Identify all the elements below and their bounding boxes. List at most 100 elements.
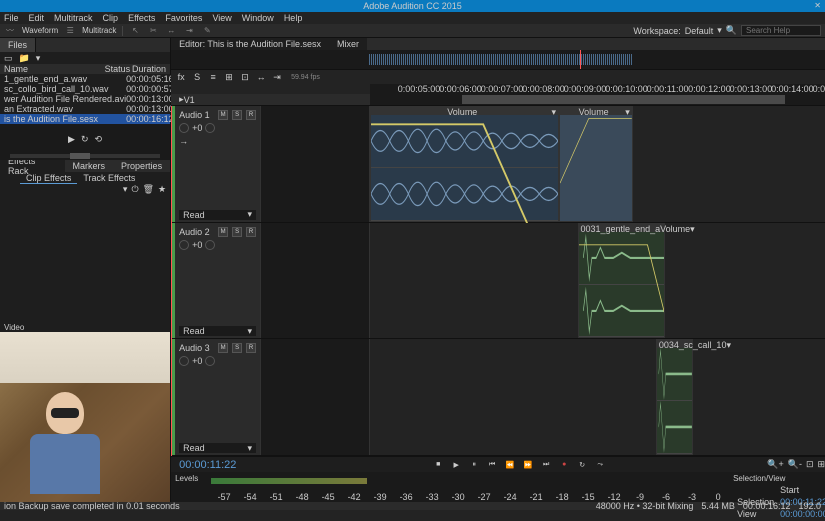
tool-move-icon[interactable]: ↖	[129, 25, 141, 37]
hud-snap-icon[interactable]: ⊞	[223, 72, 235, 83]
menu-help[interactable]: Help	[284, 13, 303, 23]
mute-button[interactable]: M	[218, 110, 228, 120]
editor-tab[interactable]: Editor: This is the Audition File.sesx	[171, 38, 329, 50]
file-row[interactable]: sc_collo_bird_call_10.wav00:00:00:57	[0, 84, 170, 94]
volume-knob[interactable]	[179, 123, 189, 133]
zoom-slider[interactable]	[70, 153, 90, 159]
effects-power-icon[interactable]: ⏻	[131, 184, 138, 194]
tool-time-icon[interactable]: ⇥	[183, 25, 195, 37]
volume-knob[interactable]	[179, 240, 189, 250]
track-header-1[interactable]: Audio 1 M S R +0 → Read▾	[175, 106, 260, 222]
track-effects-tab[interactable]: Track Effects	[77, 172, 141, 184]
tool-slip-icon[interactable]: ↔	[165, 25, 177, 37]
solo-button[interactable]: S	[232, 227, 242, 237]
timeline-ruler[interactable]: 0:00:05:00 0:00:06:00 0:00:07:00 0:00:08…	[370, 84, 825, 94]
filter-icon[interactable]: ▾	[36, 53, 41, 64]
hud-fx-icon[interactable]: fx	[175, 72, 187, 82]
hud-group-icon[interactable]: ⊡	[239, 72, 251, 83]
record-button[interactable]: R	[246, 343, 256, 353]
zoom-in-icon[interactable]: 🔍+	[767, 459, 783, 470]
record-button[interactable]: ●	[558, 459, 570, 471]
menu-favorites[interactable]: Favorites	[165, 13, 202, 23]
effects-star-icon[interactable]: ★	[158, 184, 166, 194]
record-button[interactable]: R	[246, 227, 256, 237]
zoom-fit-icon[interactable]: ⊡	[806, 459, 814, 470]
search-help-input[interactable]	[741, 25, 821, 36]
skip-button[interactable]: ⤳	[594, 459, 606, 471]
track-lane-3[interactable]: 0034_sc_call_10▾	[370, 339, 825, 455]
file-row[interactable]: an Extracted.wav00:00:13:00	[0, 104, 170, 114]
hud-send-icon[interactable]: S	[191, 72, 203, 82]
solo-button[interactable]: S	[232, 343, 242, 353]
hud-eq-icon[interactable]: ≡	[207, 72, 219, 82]
track-name-3[interactable]: Audio 3	[179, 343, 214, 353]
pan-knob[interactable]	[205, 240, 215, 250]
track-name-1[interactable]: Audio 1	[179, 110, 214, 120]
file-row[interactable]: wer Audition File Rendered.avi00:00:13:0…	[0, 94, 170, 104]
effects-trash-icon[interactable]: 🗑	[143, 184, 154, 194]
markers-tab[interactable]: Markers	[65, 160, 114, 172]
tool-brush-icon[interactable]: ✎	[201, 25, 213, 37]
audio-clip[interactable]: 0034_sc_call_10▾	[656, 339, 693, 455]
clip-effects-tab[interactable]: Clip Effects	[20, 172, 77, 184]
tool-razor-icon[interactable]: ✂	[147, 25, 159, 37]
hud-ripple-icon[interactable]: ↔	[255, 72, 267, 82]
menu-effects[interactable]: Effects	[128, 13, 155, 23]
workspace-value[interactable]: Default	[685, 26, 714, 36]
forward-button[interactable]: ⏩	[522, 459, 534, 471]
levels-meter[interactable]: -57-54-51-48-45-42-39-36-33-30-27-24-21-…	[211, 472, 731, 502]
video-track-lane[interactable]	[370, 94, 825, 105]
loop-button[interactable]: ↻	[576, 459, 588, 471]
automation-mode[interactable]: Read▾	[179, 326, 256, 336]
mute-button[interactable]: M	[218, 227, 228, 237]
multitrack-mode-icon[interactable]: ☰	[64, 25, 76, 37]
menu-multitrack[interactable]: Multitrack	[54, 13, 93, 23]
track-lane-1[interactable]: Volume▾ Volume▾	[370, 106, 825, 222]
prev-marker-button[interactable]: ⏮	[486, 459, 498, 471]
files-col-name[interactable]: Name	[0, 64, 100, 74]
volume-knob[interactable]	[179, 356, 189, 366]
playhead[interactable]	[171, 106, 172, 456]
mute-button[interactable]: M	[218, 343, 228, 353]
automation-mode[interactable]: Read▾	[179, 443, 256, 453]
input-icon[interactable]: →	[179, 136, 188, 146]
effects-rack-tab[interactable]: Effects Rack	[0, 160, 65, 172]
open-file-icon[interactable]: 📁	[19, 53, 30, 64]
loop-icon[interactable]: ↻	[81, 134, 89, 145]
video-preview[interactable]	[0, 332, 170, 502]
play-icon[interactable]: ▶	[68, 134, 75, 145]
new-file-icon[interactable]: ▭	[4, 53, 13, 64]
file-row-selected[interactable]: is the Audition File.sesx00:00:16:12	[0, 114, 170, 124]
audio-clip[interactable]: 0031_gentle_end_aVolume▾	[578, 223, 666, 339]
track-header-2[interactable]: Audio 2 M S R +0 Read▾	[175, 223, 260, 339]
track-eq-3[interactable]	[260, 339, 370, 455]
properties-tab[interactable]: Properties	[113, 160, 170, 172]
play-button[interactable]: ▶	[450, 459, 462, 471]
file-row[interactable]: 1_gentle_end_a.wav00:00:05:16	[0, 74, 170, 84]
waveform-mode-label[interactable]: Waveform	[22, 26, 58, 35]
pan-knob[interactable]	[205, 123, 215, 133]
window-close-icon[interactable]: ✕	[814, 0, 821, 12]
mixer-tab[interactable]: Mixer	[329, 38, 367, 50]
zoom-sel-icon[interactable]: ⊞	[818, 459, 825, 470]
hud-ripple2-icon[interactable]: ⇥	[271, 72, 283, 83]
video-clip[interactable]	[462, 95, 785, 104]
autoplay-icon[interactable]: ⟲	[95, 134, 103, 145]
stop-button[interactable]: ■	[432, 459, 444, 471]
audio-clip[interactable]: Volume▾	[370, 106, 559, 222]
zoom-out-icon[interactable]: 🔍-	[788, 459, 802, 470]
track-eq-2[interactable]	[260, 223, 370, 339]
solo-button[interactable]: S	[232, 110, 242, 120]
multitrack-mode-label[interactable]: Multitrack	[82, 26, 116, 35]
menu-edit[interactable]: Edit	[29, 13, 45, 23]
automation-mode[interactable]: Read▾	[179, 210, 256, 220]
files-col-status[interactable]: Status	[100, 64, 130, 74]
files-tab[interactable]: Files	[0, 38, 36, 52]
rewind-button[interactable]: ⏪	[504, 459, 516, 471]
next-marker-button[interactable]: ⏭	[540, 459, 552, 471]
track-lane-2[interactable]: 0031_gentle_end_aVolume▾	[370, 223, 825, 339]
effects-preset-icon[interactable]: ▾	[123, 184, 128, 194]
waveform-mode-icon[interactable]: 〰	[4, 25, 16, 37]
chevron-down-icon[interactable]: ▾	[717, 25, 722, 36]
record-button[interactable]: R	[246, 110, 256, 120]
